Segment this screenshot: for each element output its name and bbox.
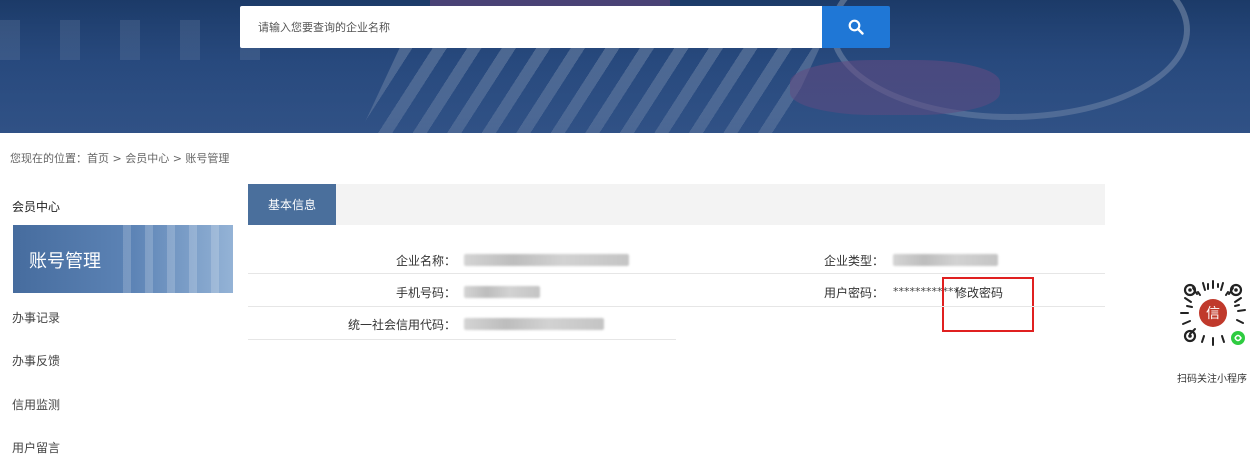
sidebar-item-messages[interactable]: 用户留言: [12, 439, 60, 456]
phone-label: 手机号码：: [395, 286, 456, 300]
password-label: 用户密码：: [823, 286, 884, 300]
search-button[interactable]: [822, 6, 890, 48]
row-divider: [248, 273, 1105, 274]
search-input[interactable]: [240, 6, 822, 48]
company-type-label: 企业类型：: [823, 254, 884, 268]
tab-basic-info[interactable]: 基本信息: [248, 184, 336, 225]
credit-code-label: 统一社会信用代码：: [347, 318, 456, 332]
sidebar-item-records[interactable]: 办事记录: [12, 309, 60, 326]
sidebar-item-label: 账号管理: [29, 251, 101, 272]
sidebar-item-account-management[interactable]: 账号管理: [13, 225, 233, 293]
search-icon: [848, 19, 864, 35]
sidebar-title: 会员中心: [12, 200, 61, 214]
sidebar-item-feedback[interactable]: 办事反馈: [12, 352, 60, 369]
tab-bar: 基本信息: [248, 184, 1105, 225]
wechat-mini-program-icon: [1231, 331, 1245, 345]
row-divider: [248, 306, 1105, 307]
company-type-value-redacted: [893, 254, 998, 266]
search-bar: [240, 6, 890, 48]
qr-center-glyph: 信: [1206, 306, 1220, 322]
row-divider: [248, 339, 676, 340]
header-banner: [0, 0, 1250, 133]
qr-caption: 扫码关注小程序: [1177, 374, 1247, 385]
breadcrumb: 您现在的位置：首页 > 会员中心 > 账号管理: [10, 152, 230, 165]
sidebar-active-decoration: [123, 225, 233, 293]
credit-code-value-redacted: [464, 318, 604, 330]
highlight-box: [942, 277, 1034, 332]
company-name-value-redacted: [464, 254, 629, 266]
sidebar-item-credit-monitor[interactable]: 信用监测: [12, 396, 60, 413]
phone-value-redacted: [464, 286, 540, 298]
company-name-label: 企业名称：: [395, 254, 456, 268]
mini-program-qr-code: 信: [1180, 280, 1246, 346]
